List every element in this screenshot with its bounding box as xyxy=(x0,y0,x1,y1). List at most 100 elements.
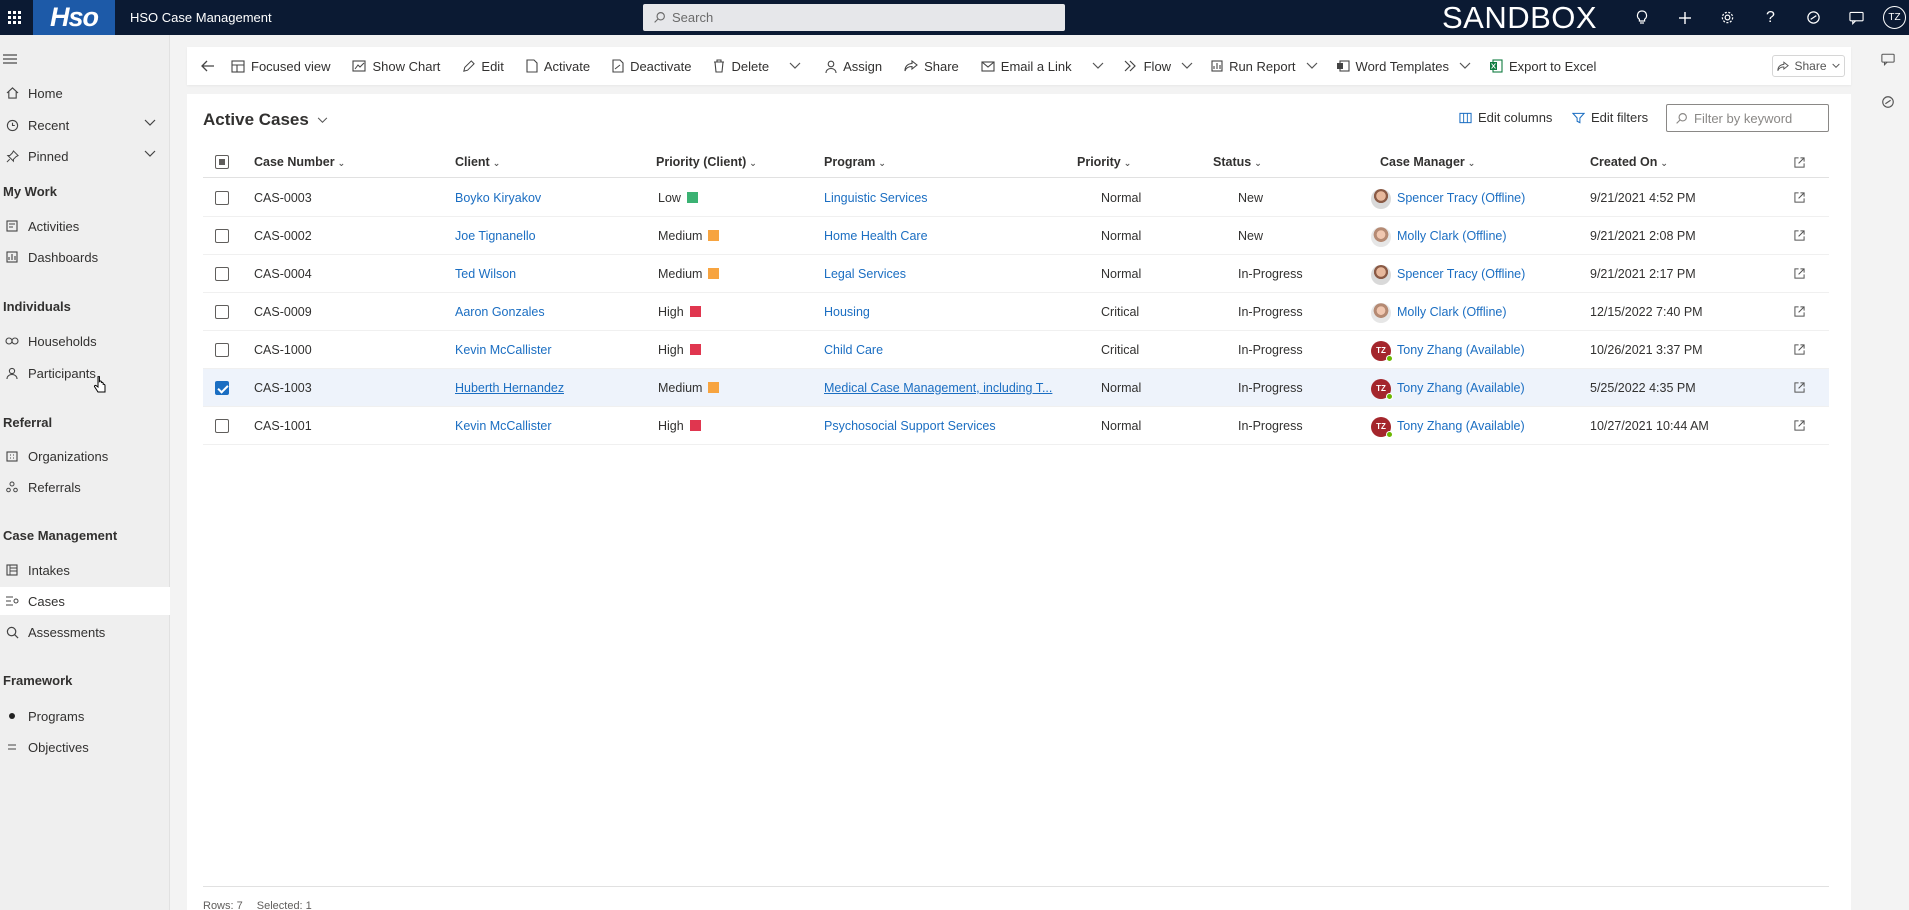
case-manager[interactable]: TZ Tony Zhang (Available) xyxy=(1371,369,1581,407)
case-manager-link[interactable]: Molly Clark (Offline) xyxy=(1397,217,1507,255)
edit-button[interactable]: Edit xyxy=(462,47,504,85)
table-row[interactable]: CAS-0003 Boyko Kiryakov Low Linguistic Serv… xyxy=(203,179,1829,217)
nav-item-organizations[interactable]: Organizations xyxy=(0,442,170,470)
nav-item-recent[interactable]: Recent xyxy=(0,111,170,139)
nav-item-objectives[interactable]: Objectives xyxy=(0,733,170,761)
delete-button[interactable]: Delete xyxy=(713,47,769,85)
chat-icon[interactable] xyxy=(1835,0,1878,35)
export-excel-button[interactable]: Export to Excel xyxy=(1489,47,1596,85)
client-link[interactable]: Boyko Kiryakov xyxy=(455,179,541,217)
more-commands-chevron-icon[interactable] xyxy=(789,47,801,85)
case-manager[interactable]: TZ Tony Zhang (Available) xyxy=(1371,407,1581,445)
case-manager-link[interactable]: Spencer Tracy (Offline) xyxy=(1397,179,1525,217)
nav-item-referrals[interactable]: Referrals xyxy=(0,473,170,501)
share-command-button[interactable]: Share xyxy=(904,47,959,85)
user-avatar[interactable]: TZ xyxy=(1883,6,1906,29)
chevron-down-icon[interactable] xyxy=(144,150,156,158)
nav-item-intakes[interactable]: Intakes xyxy=(0,556,170,584)
deactivate-button[interactable]: Deactivate xyxy=(612,47,691,85)
column-header[interactable]: Program ⌄ xyxy=(824,146,886,178)
program-link[interactable]: Housing xyxy=(824,293,1059,331)
case-manager-link[interactable]: Tony Zhang (Available) xyxy=(1397,331,1525,369)
column-header[interactable]: Client ⌄ xyxy=(455,146,500,178)
table-row[interactable]: CAS-0004 Ted Wilson Medium Legal Services No… xyxy=(203,255,1829,293)
nav-item-programs[interactable]: Programs xyxy=(0,702,170,730)
row-checkbox[interactable] xyxy=(215,191,229,205)
program-link[interactable]: Home Health Care xyxy=(824,217,1059,255)
flow-button[interactable]: Flow xyxy=(1124,47,1171,85)
case-manager-link[interactable]: Molly Clark (Offline) xyxy=(1397,293,1507,331)
email-more-chevron-icon[interactable] xyxy=(1092,47,1104,85)
client-link[interactable]: Joe Tignanello xyxy=(455,217,536,255)
row-checkbox[interactable] xyxy=(215,381,229,395)
word-chevron-icon[interactable] xyxy=(1459,47,1471,85)
table-row[interactable]: CAS-0002 Joe Tignanello Medium Home Health … xyxy=(203,217,1829,255)
client-link[interactable]: Ted Wilson xyxy=(455,255,516,293)
client-link[interactable]: Huberth Hernandez xyxy=(455,369,564,407)
open-record-icon[interactable] xyxy=(1794,420,1805,431)
activate-button[interactable]: Activate xyxy=(526,47,590,85)
flow-chevron-icon[interactable] xyxy=(1181,47,1193,85)
help-icon[interactable]: ? xyxy=(1749,0,1792,35)
case-manager-link[interactable]: Spencer Tracy (Offline) xyxy=(1397,255,1525,293)
assign-button[interactable]: Assign xyxy=(825,47,882,85)
select-all-checkbox[interactable] xyxy=(215,155,229,169)
table-row[interactable]: CAS-0009 Aaron Gonzales High Housing Critica… xyxy=(203,293,1829,331)
open-record-icon[interactable] xyxy=(1794,268,1805,279)
hamburger-menu-icon[interactable] xyxy=(3,52,17,67)
plus-icon[interactable] xyxy=(1663,0,1706,35)
case-manager[interactable]: Spencer Tracy (Offline) xyxy=(1371,179,1581,217)
chevron-down-icon[interactable] xyxy=(144,119,156,127)
show-chart-button[interactable]: Show Chart xyxy=(352,47,440,85)
open-record-icon[interactable] xyxy=(1794,192,1805,203)
nav-item-assessments[interactable]: Assessments xyxy=(0,618,170,646)
column-header[interactable]: Case Number ⌄ xyxy=(254,146,345,178)
filter-keyword-input[interactable]: Filter by keyword xyxy=(1666,104,1829,132)
case-manager-link[interactable]: Tony Zhang (Available) xyxy=(1397,369,1525,407)
back-button[interactable] xyxy=(201,47,221,85)
case-manager[interactable]: Spencer Tracy (Offline) xyxy=(1371,255,1581,293)
gear-icon[interactable] xyxy=(1706,0,1749,35)
open-in-new-icon[interactable] xyxy=(1794,157,1805,168)
nav-item-home[interactable]: Home xyxy=(0,79,170,107)
nav-item-households[interactable]: Households xyxy=(0,327,170,355)
edit-columns-button[interactable]: Edit columns xyxy=(1459,110,1552,125)
app-launcher-icon[interactable] xyxy=(3,0,25,35)
program-link[interactable]: Linguistic Services xyxy=(824,179,1059,217)
case-manager[interactable]: Molly Clark (Offline) xyxy=(1371,293,1581,331)
nav-item-activities[interactable]: Activities xyxy=(0,212,170,240)
row-checkbox[interactable] xyxy=(215,343,229,357)
program-link[interactable]: Child Care xyxy=(824,331,1059,369)
nav-item-cases[interactable]: Cases xyxy=(0,587,170,615)
column-header[interactable]: Status ⌄ xyxy=(1213,146,1262,178)
open-record-icon[interactable] xyxy=(1794,382,1805,393)
row-checkbox[interactable] xyxy=(215,419,229,433)
program-link[interactable]: Psychosocial Support Services xyxy=(824,407,1059,445)
table-row[interactable]: CAS-1000 Kevin McCallister High Child Care C… xyxy=(203,331,1829,369)
open-record-icon[interactable] xyxy=(1794,344,1805,355)
client-link[interactable]: Aaron Gonzales xyxy=(455,293,545,331)
client-link[interactable]: Kevin McCallister xyxy=(455,331,552,369)
nav-item-participants[interactable]: Participants xyxy=(0,359,170,387)
table-row[interactable]: CAS-1001 Kevin McCallister High Psychosocia… xyxy=(203,407,1829,445)
column-header[interactable]: Priority (Client) ⌄ xyxy=(656,146,757,178)
program-link[interactable]: Legal Services xyxy=(824,255,1059,293)
email-link-button[interactable]: Email a Link xyxy=(981,47,1072,85)
app-title[interactable]: HSO Case Management xyxy=(130,10,272,25)
focused-view-button[interactable]: Focused view xyxy=(231,47,330,85)
edit-filters-button[interactable]: Edit filters xyxy=(1572,110,1648,125)
column-header[interactable]: Priority ⌄ xyxy=(1077,146,1131,178)
column-header[interactable]: Case Manager ⌄ xyxy=(1380,146,1475,178)
nav-item-dashboards[interactable]: Dashboards xyxy=(0,243,170,271)
share-top-button[interactable]: Share xyxy=(1772,55,1845,77)
chat-icon[interactable] xyxy=(1881,53,1895,66)
view-selector[interactable]: Active Cases xyxy=(203,110,328,130)
client-link[interactable]: Kevin McCallister xyxy=(455,407,552,445)
case-manager[interactable]: Molly Clark (Offline) xyxy=(1371,217,1581,255)
column-header[interactable]: Created On ⌄ xyxy=(1590,146,1668,178)
program-link[interactable]: Medical Case Management, including T... xyxy=(824,369,1059,407)
assist-icon[interactable] xyxy=(1881,95,1895,109)
global-search-input[interactable]: Search xyxy=(643,4,1065,31)
row-checkbox[interactable] xyxy=(215,229,229,243)
nav-item-pinned[interactable]: Pinned xyxy=(0,142,170,170)
